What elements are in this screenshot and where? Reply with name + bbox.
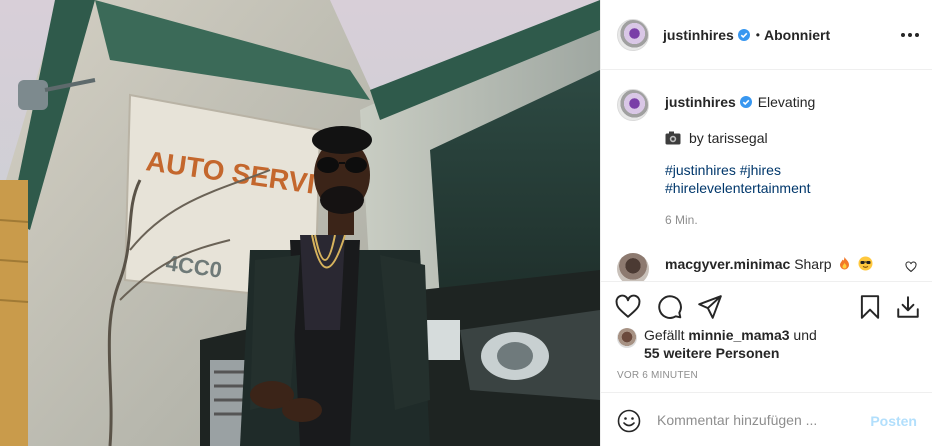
comment-body: macgyver.minimac Sharp <box>665 255 895 273</box>
post-photo[interactable]: AUTO SERVICE 4CC0 <box>0 0 600 446</box>
author-avatar[interactable] <box>617 18 649 51</box>
liker-username[interactable]: minnie_mama3 <box>688 327 789 343</box>
hashtag-link[interactable]: #justinhires <box>665 162 736 178</box>
more-dot <box>901 33 905 37</box>
caption-text: Elevating <box>757 94 816 110</box>
caption-time: 6 Min. <box>665 213 698 227</box>
bookmark-icon[interactable] <box>857 294 883 320</box>
share-icon[interactable] <box>697 294 723 320</box>
heart-icon[interactable] <box>615 294 641 320</box>
post-side-panel: justinhires • Abonniert justinhires Elev… <box>600 0 932 446</box>
author-username[interactable]: justinhires <box>663 27 734 43</box>
like-comment-heart-icon[interactable] <box>905 261 917 273</box>
verified-badge-icon <box>739 96 752 108</box>
more-dot <box>908 33 912 37</box>
comment-username[interactable]: macgyver.minimac <box>665 256 790 272</box>
post-timestamp[interactable]: VOR 6 MINUTEN <box>617 370 698 381</box>
caption-credit-line: by tarissegal <box>665 129 915 147</box>
caption-avatar[interactable] <box>617 89 649 121</box>
caption-credit: by tarissegal <box>689 130 768 146</box>
caption-hashtags: #justinhires #jhires #hirelevelentertain… <box>665 161 915 197</box>
caption-first-line: justinhires Elevating <box>665 93 915 111</box>
header-separator: • <box>755 27 760 42</box>
more-options-icon[interactable] <box>901 26 919 44</box>
post-comment-button[interactable]: Posten <box>870 413 917 429</box>
likes-text: Gefällt minnie_mama3 und 55 weitere Pers… <box>644 326 914 362</box>
follow-state-button[interactable]: Abonniert <box>764 27 830 43</box>
caption-username[interactable]: justinhires <box>665 94 736 110</box>
hashtag-link[interactable]: #jhires <box>740 162 781 178</box>
camera-emoji-icon <box>665 131 681 145</box>
more-dot <box>915 33 919 37</box>
verified-badge-icon <box>737 28 750 41</box>
photo-image: AUTO SERVICE 4CC0 <box>0 0 600 446</box>
post-header: justinhires • Abonniert <box>601 0 932 70</box>
sunglasses-emoji-icon <box>858 256 873 271</box>
hashtag-link[interactable]: #hirelevelentertainment <box>665 180 811 196</box>
comment-avatar[interactable] <box>617 253 649 281</box>
save-to-device-icon[interactable] <box>895 294 921 320</box>
comment-icon[interactable] <box>657 294 683 320</box>
add-comment-bar: Posten <box>601 392 932 446</box>
likes-prefix: Gefällt <box>644 327 685 343</box>
likes-middle: und <box>793 327 817 343</box>
emoji-icon[interactable] <box>617 409 641 433</box>
fire-emoji-icon <box>840 257 850 270</box>
comment-input[interactable] <box>657 410 857 430</box>
likes-others-link[interactable]: 55 weitere Personen <box>644 345 779 361</box>
instagram-post: AUTO SERVICE 4CC0 justinhires • Abonnier… <box>0 0 932 446</box>
liker-avatar[interactable] <box>617 328 637 348</box>
comments-section[interactable]: justinhires Elevating by tarissegal #jus… <box>601 71 932 281</box>
comment-text: Sharp <box>794 256 832 272</box>
caption-body: justinhires Elevating by tarissegal #jus… <box>665 93 915 229</box>
action-bar <box>601 281 932 331</box>
